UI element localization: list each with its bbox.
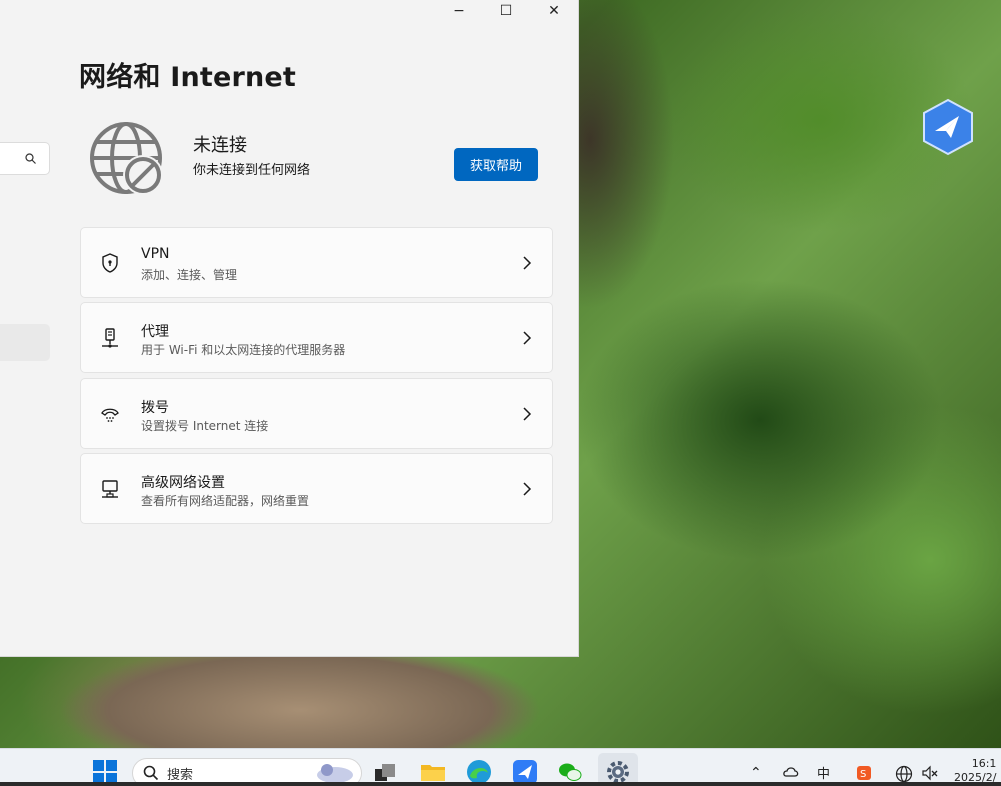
proxy-icon bbox=[99, 327, 121, 349]
settings-item-advanced-network[interactable]: 高级网络设置 查看所有网络适配器，网络重置 bbox=[80, 453, 553, 524]
show-hidden-icons-button[interactable]: ⌃ bbox=[750, 765, 762, 781]
get-help-button[interactable]: 获取帮助 bbox=[454, 148, 538, 181]
item-subtitle: 设置拨号 Internet 连接 bbox=[141, 419, 269, 433]
item-title: VPN bbox=[141, 246, 170, 262]
close-button[interactable]: ✕ bbox=[531, 0, 577, 22]
item-title: 高级网络设置 bbox=[141, 475, 225, 491]
chevron-right-icon bbox=[522, 481, 532, 497]
item-title: 拨号 bbox=[141, 400, 169, 416]
svg-text:S: S bbox=[860, 769, 866, 780]
nav-item-selected[interactable] bbox=[0, 324, 50, 361]
search-icon bbox=[25, 153, 36, 164]
desktop-app-icon[interactable] bbox=[921, 98, 975, 156]
minimize-button[interactable]: − bbox=[436, 0, 482, 22]
settings-search-box[interactable] bbox=[0, 142, 50, 175]
item-subtitle: 用于 Wi-Fi 和以太网连接的代理服务器 bbox=[141, 343, 346, 357]
dialup-icon bbox=[99, 403, 121, 425]
maximize-button[interactable]: ☐ bbox=[483, 0, 529, 22]
ime-indicator[interactable]: 中 bbox=[817, 763, 830, 782]
chevron-right-icon bbox=[522, 330, 532, 346]
onedrive-sync-icon[interactable] bbox=[782, 765, 800, 783]
search-icon bbox=[143, 765, 159, 781]
item-subtitle: 添加、连接、管理 bbox=[141, 268, 238, 282]
taskbar-search-placeholder: 搜索 bbox=[167, 767, 194, 783]
chevron-right-icon bbox=[522, 406, 532, 422]
taskbar: 搜索 ⌃ 中 S 16:1 2025/2/ bbox=[0, 748, 1001, 786]
item-subtitle: 查看所有网络适配器，网络重置 bbox=[141, 494, 310, 508]
settings-item-proxy[interactable]: 代理 用于 Wi-Fi 和以太网连接的代理服务器 bbox=[80, 302, 553, 373]
screen-bottom-edge bbox=[0, 782, 1001, 786]
clock-time: 16:1 bbox=[971, 757, 997, 770]
system-clock[interactable]: 16:1 2025/2/ bbox=[954, 757, 996, 785]
shield-icon bbox=[99, 252, 121, 274]
item-title: 代理 bbox=[141, 324, 169, 340]
settings-window: − ☐ ✕ 网络和 Internet 未连接 你未连接到任何网络 获取帮助 VP… bbox=[0, 0, 579, 657]
settings-item-dialup[interactable]: 拨号 设置拨号 Internet 连接 bbox=[80, 378, 553, 449]
globe-disconnected-icon bbox=[88, 118, 168, 198]
chevron-right-icon bbox=[522, 255, 532, 271]
connection-status-subtitle: 你未连接到任何网络 bbox=[193, 163, 311, 178]
settings-item-vpn[interactable]: VPN 添加、连接、管理 bbox=[80, 227, 553, 298]
network-adapter-icon bbox=[99, 478, 121, 500]
page-title: 网络和 Internet bbox=[79, 62, 297, 93]
connection-status-title: 未连接 bbox=[193, 135, 247, 156]
